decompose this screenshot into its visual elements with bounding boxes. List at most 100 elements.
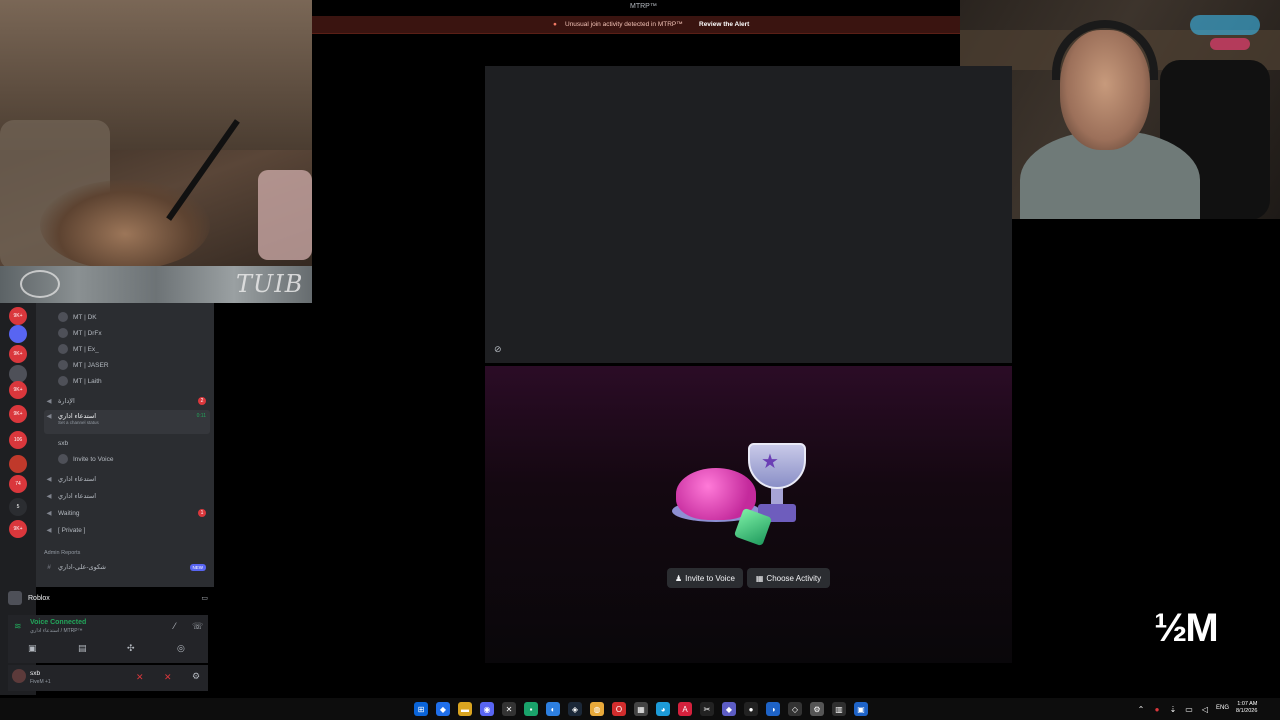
stream-video-tile[interactable] [485, 66, 1012, 363]
channel-name: استدعاء اداري [58, 493, 97, 500]
user-name[interactable]: sxb [30, 670, 40, 677]
cam-neon-sign-2 [1210, 38, 1250, 50]
cam-pillow [258, 170, 312, 260]
channel-name: الإدارة [58, 398, 75, 405]
chrome-icon[interactable]: ◍ [590, 702, 604, 716]
speaker-icon: ◀ [46, 527, 52, 534]
app-icon-4[interactable]: ◇ [788, 702, 802, 716]
voice-user-name: MT | JASER [73, 361, 109, 369]
language-indicator[interactable]: ENG [1216, 705, 1229, 711]
channel-text-1[interactable]: # شكوى-على-اداري NEW [44, 560, 210, 574]
cam-neon-sign [1190, 15, 1260, 35]
activities-icon[interactable]: ✣ [127, 643, 135, 654]
star-icon: ★ [761, 451, 779, 473]
voice-user-name: MT | DK [73, 313, 97, 321]
choose-activity-label: Choose Activity [766, 573, 822, 583]
noise-suppression-icon[interactable]: ⁄ [174, 621, 176, 631]
voice-connected-channel[interactable]: استدعاء اداري / MTRP™ [30, 628, 83, 634]
network-icon[interactable]: ▭ [1182, 702, 1196, 716]
volume-icon[interactable]: ◁ [1198, 702, 1212, 716]
channel-private[interactable]: ◀ [ Private ] [44, 523, 210, 537]
speaker-icon: ◀ [46, 493, 52, 500]
activity-icon[interactable]: ⊘ [494, 344, 502, 355]
clock[interactable]: 1:07 AM 8/1/2026 [1236, 701, 1257, 715]
server-icon[interactable] [9, 455, 27, 473]
voice-user-laith[interactable]: MT | Laith [58, 374, 208, 388]
chevron-up-icon[interactable]: ⌃ [1134, 702, 1148, 716]
voice-connected-title[interactable]: Voice Connected [30, 619, 86, 626]
steam-icon[interactable]: ◈ [568, 702, 582, 716]
choose-activity-button[interactable]: ▦ Choose Activity [747, 568, 830, 588]
add-user-icon: ♟ [675, 573, 683, 583]
avatar [58, 328, 68, 338]
server-icon[interactable]: 9K+ [9, 345, 27, 363]
start-icon[interactable]: ⊞ [414, 702, 428, 716]
discord-icon[interactable]: ◉ [480, 702, 494, 716]
server-icon[interactable]: 9K+ [9, 307, 27, 325]
adobe-icon[interactable]: A [678, 702, 692, 716]
category-admin-reports[interactable]: Admin Reports [44, 546, 210, 560]
mute-icon[interactable]: ✕ [136, 672, 144, 683]
app-icon-3[interactable]: ◑ [766, 702, 780, 716]
channel-status[interactable]: Set a channel status [58, 420, 99, 425]
screen-share-icon[interactable]: ▤ [78, 643, 87, 654]
server-icon[interactable]: 9K+ [9, 405, 27, 423]
server-icon[interactable]: 9K+ [9, 381, 27, 399]
signal-icon[interactable]: ≋ [14, 621, 22, 632]
settings-gear-icon[interactable]: ⚙ [192, 671, 200, 682]
file-explorer-icon[interactable]: ▬ [458, 702, 472, 716]
voice-user-ex[interactable]: MT | Ex_ [58, 342, 208, 356]
add-user-icon [58, 454, 68, 464]
clock-date: 8/1/2026 [1236, 708, 1258, 714]
cam-banner-text: TUIB [236, 270, 304, 298]
voice-user-dk[interactable]: MT | DK [58, 310, 208, 324]
grid-icon: ▦ [755, 573, 764, 583]
voice-user-drfx[interactable]: MT | DrFx [58, 326, 208, 340]
edge-icon[interactable]: ◕ [656, 702, 670, 716]
app-icon-2[interactable]: ◆ [722, 702, 736, 716]
opera-icon[interactable]: O [612, 702, 626, 716]
browser-icon[interactable]: ◐ [546, 702, 560, 716]
unread-badge: 2 [198, 397, 206, 405]
now-playing-row[interactable]: Roblox ▭ [8, 589, 208, 607]
channel-voice-3[interactable]: ◀ استدعاء اداري [44, 489, 210, 503]
alert-message: Unusual join activity detected in MTRP™ [565, 21, 683, 28]
server-icon[interactable]: 9K+ [9, 520, 27, 538]
channel-admin[interactable]: ◀ الإدارة 2 [44, 394, 210, 408]
voice-user-jaser[interactable]: MT | JASER [58, 358, 208, 372]
xbox-icon[interactable]: ✕ [502, 702, 516, 716]
camera-off-icon[interactable]: ▣ [28, 643, 37, 654]
tray-app-icon[interactable]: ● [1150, 702, 1164, 716]
settings-icon[interactable]: ⚙ [810, 702, 824, 716]
avatar[interactable] [12, 669, 26, 683]
game-controller-icon [8, 591, 22, 605]
app-icon-5[interactable]: ▥ [832, 702, 846, 716]
server-icon[interactable]: 74 [9, 475, 27, 493]
disconnect-icon[interactable]: ☏ [192, 621, 203, 632]
voice-user-sxb[interactable]: sxb [58, 436, 208, 450]
speaker-icon: ◀ [46, 510, 52, 517]
capcut-icon[interactable]: ✂ [700, 702, 714, 716]
deafen-icon[interactable]: ✕ [164, 672, 172, 683]
tray-icon[interactable]: ⇣ [1166, 702, 1180, 716]
server-icon[interactable]: 5 [9, 498, 27, 516]
voice-user-name: MT | Laith [73, 377, 102, 385]
server-icon[interactable] [9, 325, 27, 343]
app-icon[interactable]: ▪ [524, 702, 538, 716]
calculator-icon[interactable]: ▦ [634, 702, 648, 716]
channel-waiting[interactable]: ◀ Waiting 1 [44, 506, 210, 520]
review-alert-link[interactable]: Review the Alert [699, 21, 749, 28]
server-icon[interactable]: 106 [9, 431, 27, 449]
invite-voice-label: Invite to Voice [73, 455, 114, 463]
invite-to-voice-row[interactable]: Invite to Voice [58, 452, 208, 466]
channel-name: Waiting [58, 509, 80, 517]
copilot-icon[interactable]: ◆ [436, 702, 450, 716]
speaker-icon: ◀ [46, 413, 52, 420]
channel-voice-2[interactable]: ◀ استدعاء اداري [44, 472, 210, 486]
app-icon-6[interactable]: ▣ [854, 702, 868, 716]
soundboard-icon[interactable]: ◎ [177, 643, 185, 654]
channel-active-voice[interactable]: ◀ استدعاء اداري Set a channel status 0:1… [44, 410, 210, 434]
screen-icon[interactable]: ▭ [201, 594, 208, 602]
obs-icon[interactable]: ● [744, 702, 758, 716]
invite-to-voice-button[interactable]: ♟ Invite to Voice [667, 568, 743, 588]
